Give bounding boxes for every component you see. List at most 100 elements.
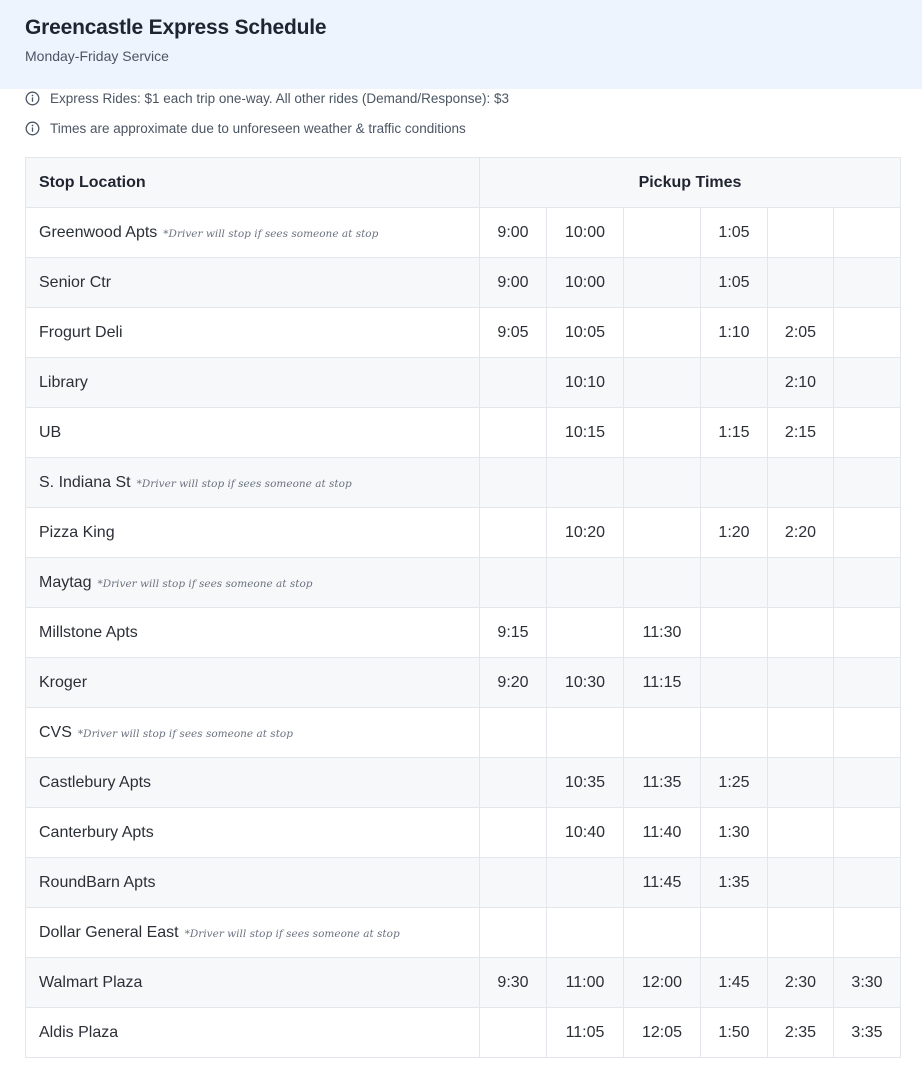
pickup-time-cell [700, 357, 768, 408]
table-row: Maytag *Driver will stop if sees someone … [25, 557, 901, 608]
pickup-time-cell: 3:30 [833, 957, 901, 1008]
stop-note: *Driver will stop if sees someone at sto… [97, 577, 313, 590]
pickup-time-cell: 2:35 [767, 1007, 834, 1058]
pickup-time-cell [833, 757, 901, 808]
table-header-row: Stop Location Pickup Times [25, 157, 901, 208]
pickup-time-cell: 9:30 [479, 957, 547, 1008]
info-icon [25, 91, 40, 106]
page-subtitle: Monday-Friday Service [25, 48, 169, 64]
stop-cell: Millstone Apts [25, 607, 480, 658]
pickup-time-cell: 11:40 [623, 807, 701, 858]
stop-name: Millstone Apts [39, 623, 138, 641]
stop-cell: Castlebury Apts [25, 757, 480, 808]
stop-note: *Driver will stop if sees someone at sto… [136, 477, 352, 490]
stop-name: S. Indiana St [39, 473, 131, 491]
stop-name: Kroger [39, 673, 88, 691]
table-row: Dollar General East *Driver will stop if … [25, 907, 901, 958]
pickup-time-cell [546, 707, 624, 758]
stop-name: Library [39, 373, 88, 391]
table-row: Millstone Apts 9:15 11:30 [25, 607, 901, 658]
pickup-time-cell [833, 857, 901, 908]
stop-cell: CVS *Driver will stop if sees someone at … [25, 707, 480, 758]
stop-name: RoundBarn Apts [39, 873, 156, 891]
notes-section: Express Rides: $1 each trip one-way. All… [0, 89, 922, 157]
table-row: Aldis Plaza 11:05 12:05 1:50 2:35 3:35 [25, 1007, 901, 1058]
table-row: RoundBarn Apts 11:45 1:35 [25, 857, 901, 908]
pickup-time-cell: 10:40 [546, 807, 624, 858]
info-icon [25, 121, 40, 136]
pickup-time-cell: 9:05 [479, 307, 547, 358]
table-row: Castlebury Apts 10:35 11:35 1:25 [25, 757, 901, 808]
pickup-time-cell [833, 257, 901, 308]
stop-name: Senior Ctr [39, 273, 112, 291]
pickup-time-cell: 10:00 [546, 257, 624, 308]
stop-cell: Kroger [25, 657, 480, 708]
table-row: Kroger 9:20 10:30 11:15 [25, 657, 901, 708]
pickup-time-cell: 1:15 [700, 407, 768, 458]
pickup-time-cell [623, 357, 701, 408]
pickup-time-cell [700, 457, 768, 508]
pickup-time-cell: 10:00 [546, 207, 624, 258]
pickup-time-cell: 10:15 [546, 407, 624, 458]
pickup-time-cell [479, 757, 547, 808]
table-row: Frogurt Deli 9:05 10:05 1:10 2:05 [25, 307, 901, 358]
pickup-time-cell [479, 407, 547, 458]
stop-cell: Frogurt Deli [25, 307, 480, 358]
schedule-table: Stop Location Pickup Times Greenwood Apt… [25, 157, 901, 1058]
stop-cell: Library [25, 357, 480, 408]
pickup-time-cell [479, 807, 547, 858]
pickup-time-cell: 11:00 [546, 957, 624, 1008]
pickup-time-cell: 1:05 [700, 207, 768, 258]
fare-note-text: Express Rides: $1 each trip one-way. All… [50, 91, 509, 106]
pickup-time-cell: 12:00 [623, 957, 701, 1008]
pickup-time-cell [833, 357, 901, 408]
table-row: UB 10:15 1:15 2:15 [25, 407, 901, 458]
stop-name: Aldis Plaza [39, 1023, 119, 1041]
pickup-time-cell [623, 207, 701, 258]
pickup-time-cell: 9:00 [479, 257, 547, 308]
pickup-time-cell [767, 557, 834, 608]
pickup-time-cell: 12:05 [623, 1007, 701, 1058]
stop-cell: Greenwood Apts *Driver will stop if sees … [25, 207, 480, 258]
table-row: Greenwood Apts *Driver will stop if sees … [25, 207, 901, 258]
pickup-time-cell: 2:15 [767, 407, 834, 458]
pickup-time-cell: 11:45 [623, 857, 701, 908]
table-row: Library 10:10 2:10 [25, 357, 901, 408]
pickup-time-cell [833, 707, 901, 758]
pickup-time-cell [767, 757, 834, 808]
pickup-time-cell [767, 907, 834, 958]
table-row: Pizza King 10:20 1:20 2:20 [25, 507, 901, 558]
pickup-time-cell [623, 707, 701, 758]
stop-cell: Aldis Plaza [25, 1007, 480, 1058]
stop-name: Greenwood Apts [39, 223, 158, 241]
stop-note: *Driver will stop if sees someone at sto… [163, 227, 379, 240]
stop-name: Dollar General East [39, 923, 179, 941]
times-note-text: Times are approximate due to unforeseen … [50, 121, 466, 136]
pickup-time-cell [623, 507, 701, 558]
pickup-time-cell [479, 507, 547, 558]
pickup-time-cell: 10:35 [546, 757, 624, 808]
stop-location-header: Stop Location [25, 157, 480, 208]
pickup-time-cell [833, 207, 901, 258]
pickup-time-cell [546, 907, 624, 958]
stop-cell: Canterbury Apts [25, 807, 480, 858]
pickup-time-cell [833, 557, 901, 608]
table-row: Senior Ctr 9:00 10:00 1:05 [25, 257, 901, 308]
pickup-time-cell [700, 557, 768, 608]
pickup-time-cell: 1:35 [700, 857, 768, 908]
pickup-time-cell: 10:05 [546, 307, 624, 358]
table-row: Walmart Plaza 9:30 11:00 12:00 1:45 2:30 3:30 [25, 957, 901, 1008]
pickup-time-cell [767, 807, 834, 858]
pickup-time-cell: 1:20 [700, 507, 768, 558]
pickup-time-cell [546, 857, 624, 908]
pickup-time-cell: 2:30 [767, 957, 834, 1008]
stop-cell: Walmart Plaza [25, 957, 480, 1008]
pickup-time-cell: 1:45 [700, 957, 768, 1008]
pickup-time-cell [623, 407, 701, 458]
pickup-time-cell: 9:00 [479, 207, 547, 258]
pickup-time-cell: 10:30 [546, 657, 624, 708]
stop-name: CVS [39, 723, 72, 741]
pickup-time-cell [623, 457, 701, 508]
pickup-time-cell: 2:20 [767, 507, 834, 558]
pickup-time-cell: 9:15 [479, 607, 547, 658]
